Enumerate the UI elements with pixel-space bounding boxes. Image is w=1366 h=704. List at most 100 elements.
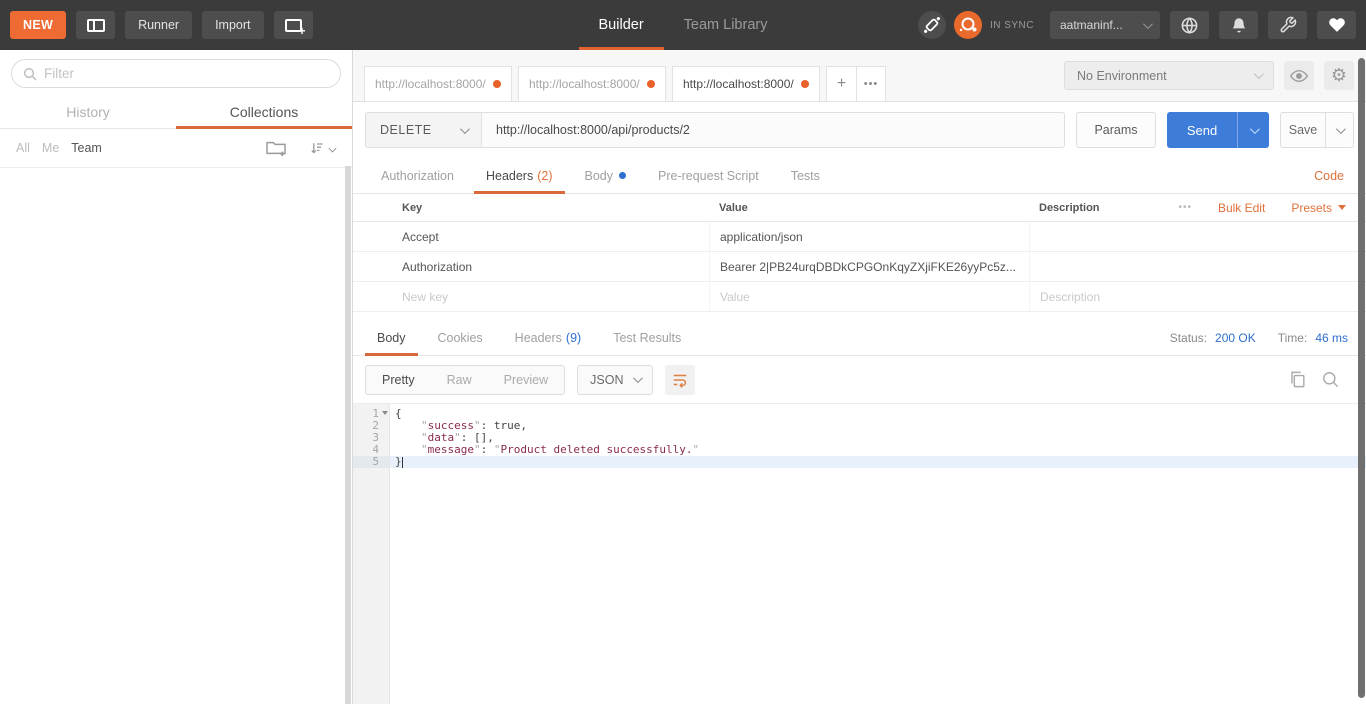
fold-arrow-icon[interactable]	[382, 411, 388, 415]
request-tab-title: http://localhost:8000/	[529, 77, 640, 91]
mode-pretty[interactable]: Pretty	[366, 366, 431, 394]
response-tools	[1288, 370, 1354, 389]
text-cursor	[402, 457, 403, 468]
presets-dropdown[interactable]: Presets	[1291, 201, 1346, 215]
runner-button[interactable]: Runner	[125, 11, 192, 39]
header-value[interactable]: Bearer 2|PB24urqDBDkCPGOnKqyZXjiFKE26yyP…	[709, 252, 1029, 281]
environment-settings-button[interactable]: ⚙	[1324, 61, 1354, 90]
globe-icon	[1180, 16, 1199, 35]
new-value-input[interactable]	[720, 290, 1014, 304]
search-response-button[interactable]	[1321, 370, 1340, 389]
window-scrollbar[interactable]	[1358, 58, 1365, 698]
time-value: 46 ms	[1315, 331, 1348, 345]
interceptor-button[interactable]	[918, 11, 946, 39]
account-dropdown[interactable]: aatmaninf...	[1050, 11, 1160, 39]
mode-raw[interactable]: Raw	[431, 366, 488, 394]
bulk-edit-link[interactable]: Bulk Edit	[1218, 201, 1265, 215]
chevron-down-icon	[1254, 69, 1264, 79]
environment-area: No Environment ⚙	[1064, 61, 1366, 90]
sidebar: History Collections All Me Team	[0, 50, 353, 704]
tab-authorization[interactable]: Authorization	[369, 158, 466, 193]
header-description[interactable]	[1029, 222, 1366, 251]
header-description[interactable]	[1029, 252, 1366, 281]
search-icon	[22, 66, 38, 82]
open-new-tab-button[interactable]: +	[826, 66, 856, 101]
favorites-button[interactable]	[1317, 11, 1356, 39]
send-options-button[interactable]	[1237, 112, 1269, 148]
tab-prerequest-script[interactable]: Pre-request Script	[646, 158, 771, 193]
code-line: "message": "Product deleted successfully…	[390, 444, 1366, 456]
environment-select[interactable]: No Environment	[1064, 61, 1274, 90]
environment-quicklook-button[interactable]	[1284, 61, 1314, 90]
request-tab-1[interactable]: http://localhost:8000/	[364, 66, 512, 101]
copy-button[interactable]	[1288, 370, 1307, 389]
method-select[interactable]: DELETE	[366, 113, 482, 147]
tab-team-library[interactable]: Team Library	[664, 0, 788, 50]
scope-team[interactable]: Team	[71, 141, 102, 155]
tab-options-button[interactable]: •••	[856, 66, 886, 101]
sort-button[interactable]	[309, 140, 336, 156]
notifications-button[interactable]	[1219, 11, 1258, 39]
tab-body[interactable]: Body	[573, 158, 639, 193]
tab-collections[interactable]: Collections	[176, 97, 352, 128]
generate-code-link[interactable]: Code	[1314, 158, 1350, 193]
topbar: NEW Runner Import Builder Team Library	[0, 0, 1366, 50]
line-number-gutter: 1 2 3 4 5	[353, 404, 390, 704]
mode-preview[interactable]: Preview	[488, 366, 564, 394]
new-window-button[interactable]	[274, 11, 313, 39]
new-description-input[interactable]	[1040, 290, 1350, 304]
sync-status-button[interactable]	[954, 11, 982, 39]
url-input[interactable]	[482, 113, 1064, 147]
save-group: Save	[1280, 112, 1354, 148]
settings-button[interactable]	[1268, 11, 1307, 39]
format-value: JSON	[590, 373, 623, 387]
tab-response-body[interactable]: Body	[365, 320, 418, 355]
header-key[interactable]: Accept	[401, 230, 709, 244]
tab-test-results[interactable]: Test Results	[601, 320, 693, 355]
request-tab-2[interactable]: http://localhost:8000/	[518, 66, 666, 101]
line-number: 4	[353, 444, 389, 456]
save-button[interactable]: Save	[1280, 112, 1326, 148]
tab-headers[interactable]: Headers (2)	[474, 158, 565, 193]
chevron-down-icon	[460, 124, 470, 134]
save-options-button[interactable]	[1326, 112, 1354, 148]
wrap-text-button[interactable]	[665, 365, 695, 395]
browse-button[interactable]	[1170, 11, 1209, 39]
toggle-sidebar-button[interactable]	[76, 11, 115, 39]
tab-tests[interactable]: Tests	[779, 158, 832, 193]
format-select[interactable]: JSON	[577, 365, 653, 395]
header-options-button[interactable]: •••	[1178, 202, 1192, 213]
unsaved-dot-icon	[801, 80, 809, 88]
environment-value: No Environment	[1077, 69, 1167, 83]
tab-builder[interactable]: Builder	[579, 0, 664, 50]
interceptor-icon	[918, 11, 946, 39]
column-key: Key	[401, 202, 709, 214]
request-tab-3[interactable]: http://localhost:8000/	[672, 66, 820, 101]
code-line: "success": true,	[390, 420, 1366, 432]
tab-cookies[interactable]: Cookies	[426, 320, 495, 355]
send-button[interactable]: Send	[1167, 112, 1237, 148]
new-key-input[interactable]	[402, 290, 694, 304]
sidebar-scrollbar[interactable]	[345, 166, 351, 704]
new-window-icon	[285, 19, 302, 32]
scope-me[interactable]: Me	[42, 141, 59, 155]
header-value[interactable]: application/json	[709, 222, 1029, 251]
tab-history[interactable]: History	[0, 97, 176, 128]
url-group: DELETE	[365, 112, 1065, 148]
main-panel: http://localhost:8000/ http://localhost:…	[353, 50, 1366, 704]
topbar-right: IN SYNC aatmaninf...	[918, 11, 1356, 39]
scope-all[interactable]: All	[16, 141, 30, 155]
response-body-viewer[interactable]: 1 2 3 4 5 { "success": true, "data": [],…	[353, 403, 1366, 704]
new-folder-icon[interactable]	[265, 139, 287, 157]
method-value: DELETE	[380, 123, 432, 137]
headers-editor: Key Value Description ••• Bulk Edit Pres…	[353, 194, 1366, 312]
line-number: 5	[353, 456, 389, 468]
params-button[interactable]: Params	[1076, 112, 1156, 148]
code-pane[interactable]: { "success": true, "data": [], "message"…	[390, 404, 1366, 704]
import-button[interactable]: Import	[202, 11, 263, 39]
unsaved-dot-icon	[647, 80, 655, 88]
tab-response-headers[interactable]: Headers (9)	[503, 320, 594, 355]
filter-input[interactable]	[11, 59, 341, 88]
header-key[interactable]: Authorization	[401, 260, 709, 274]
new-button[interactable]: NEW	[10, 11, 66, 39]
